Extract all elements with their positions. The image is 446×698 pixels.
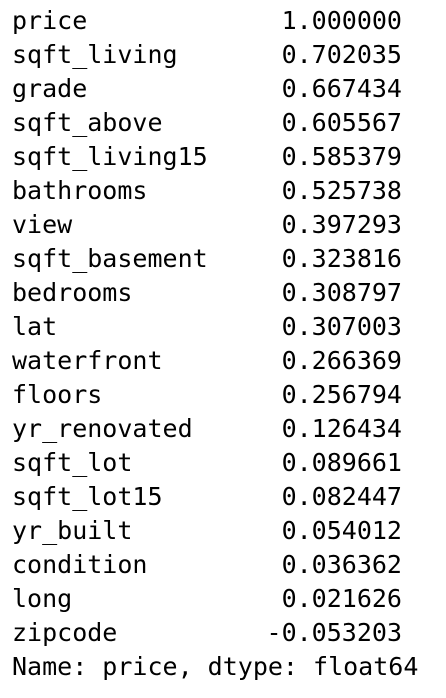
series-index-label: long bbox=[12, 584, 73, 613]
series-value: 0.256794 bbox=[281, 380, 402, 409]
series-row: sqft_basement 0.323816 bbox=[12, 242, 442, 276]
series-index-label: sqft_living bbox=[12, 40, 178, 69]
series-value: 0.702035 bbox=[281, 40, 402, 69]
series-footer: Name: price, dtype: float64 bbox=[12, 652, 419, 681]
series-index-label: price bbox=[12, 6, 88, 35]
series-value: -0.053203 bbox=[266, 618, 402, 647]
series-row: sqft_lot15 0.082447 bbox=[12, 480, 442, 514]
series-index-label: bedrooms bbox=[12, 278, 133, 307]
series-index-label: floors bbox=[12, 380, 103, 409]
series-value: 0.036362 bbox=[281, 550, 402, 579]
series-row: yr_renovated 0.126434 bbox=[12, 412, 442, 446]
series-index-label: bathrooms bbox=[12, 176, 148, 205]
series-value: 0.089661 bbox=[281, 448, 402, 477]
series-value: 0.397293 bbox=[281, 210, 402, 239]
series-index-label: waterfront bbox=[12, 346, 163, 375]
series-row: condition 0.036362 bbox=[12, 548, 442, 582]
series-value: 0.308797 bbox=[281, 278, 402, 307]
series-index-label: sqft_above bbox=[12, 108, 163, 137]
series-value: 1.000000 bbox=[281, 6, 402, 35]
series-index-label: lat bbox=[12, 312, 58, 341]
series-index-label: view bbox=[12, 210, 73, 239]
series-index-label: grade bbox=[12, 74, 88, 103]
series-row: sqft_living 0.702035 bbox=[12, 38, 442, 72]
series-row: sqft_lot 0.089661 bbox=[12, 446, 442, 480]
series-index-label: yr_renovated bbox=[12, 414, 193, 443]
series-index-label: condition bbox=[12, 550, 148, 579]
series-row: sqft_living15 0.585379 bbox=[12, 140, 442, 174]
series-value: 0.054012 bbox=[281, 516, 402, 545]
series-index-label: sqft_basement bbox=[12, 244, 208, 273]
series-value: 0.021626 bbox=[281, 584, 402, 613]
series-value: 0.126434 bbox=[281, 414, 402, 443]
series-value: 0.667434 bbox=[281, 74, 402, 103]
series-row: floors 0.256794 bbox=[12, 378, 442, 412]
series-row: grade 0.667434 bbox=[12, 72, 442, 106]
series-row: yr_built 0.054012 bbox=[12, 514, 442, 548]
series-index-label: yr_built bbox=[12, 516, 133, 545]
series-value: 0.323816 bbox=[281, 244, 402, 273]
series-row: lat 0.307003 bbox=[12, 310, 442, 344]
series-row: waterfront 0.266369 bbox=[12, 344, 442, 378]
series-value: 0.585379 bbox=[281, 142, 402, 171]
series-index-label: sqft_lot bbox=[12, 448, 133, 477]
series-value: 0.525738 bbox=[281, 176, 402, 205]
series-index-label: sqft_living15 bbox=[12, 142, 208, 171]
series-row: zipcode -0.053203 bbox=[12, 616, 442, 650]
series-value: 0.082447 bbox=[281, 482, 402, 511]
series-output: price 1.000000 sqft_living 0.702035 grad… bbox=[12, 4, 442, 684]
series-row: long 0.021626 bbox=[12, 582, 442, 616]
series-row: bedrooms 0.308797 bbox=[12, 276, 442, 310]
series-row: price 1.000000 bbox=[12, 4, 442, 38]
series-row: view 0.397293 bbox=[12, 208, 442, 242]
series-value: 0.266369 bbox=[281, 346, 402, 375]
series-index-label: zipcode bbox=[12, 618, 118, 647]
series-value: 0.307003 bbox=[281, 312, 402, 341]
series-index-label: sqft_lot15 bbox=[12, 482, 163, 511]
series-row: sqft_above 0.605567 bbox=[12, 106, 442, 140]
series-value: 0.605567 bbox=[281, 108, 402, 137]
series-row: bathrooms 0.525738 bbox=[12, 174, 442, 208]
